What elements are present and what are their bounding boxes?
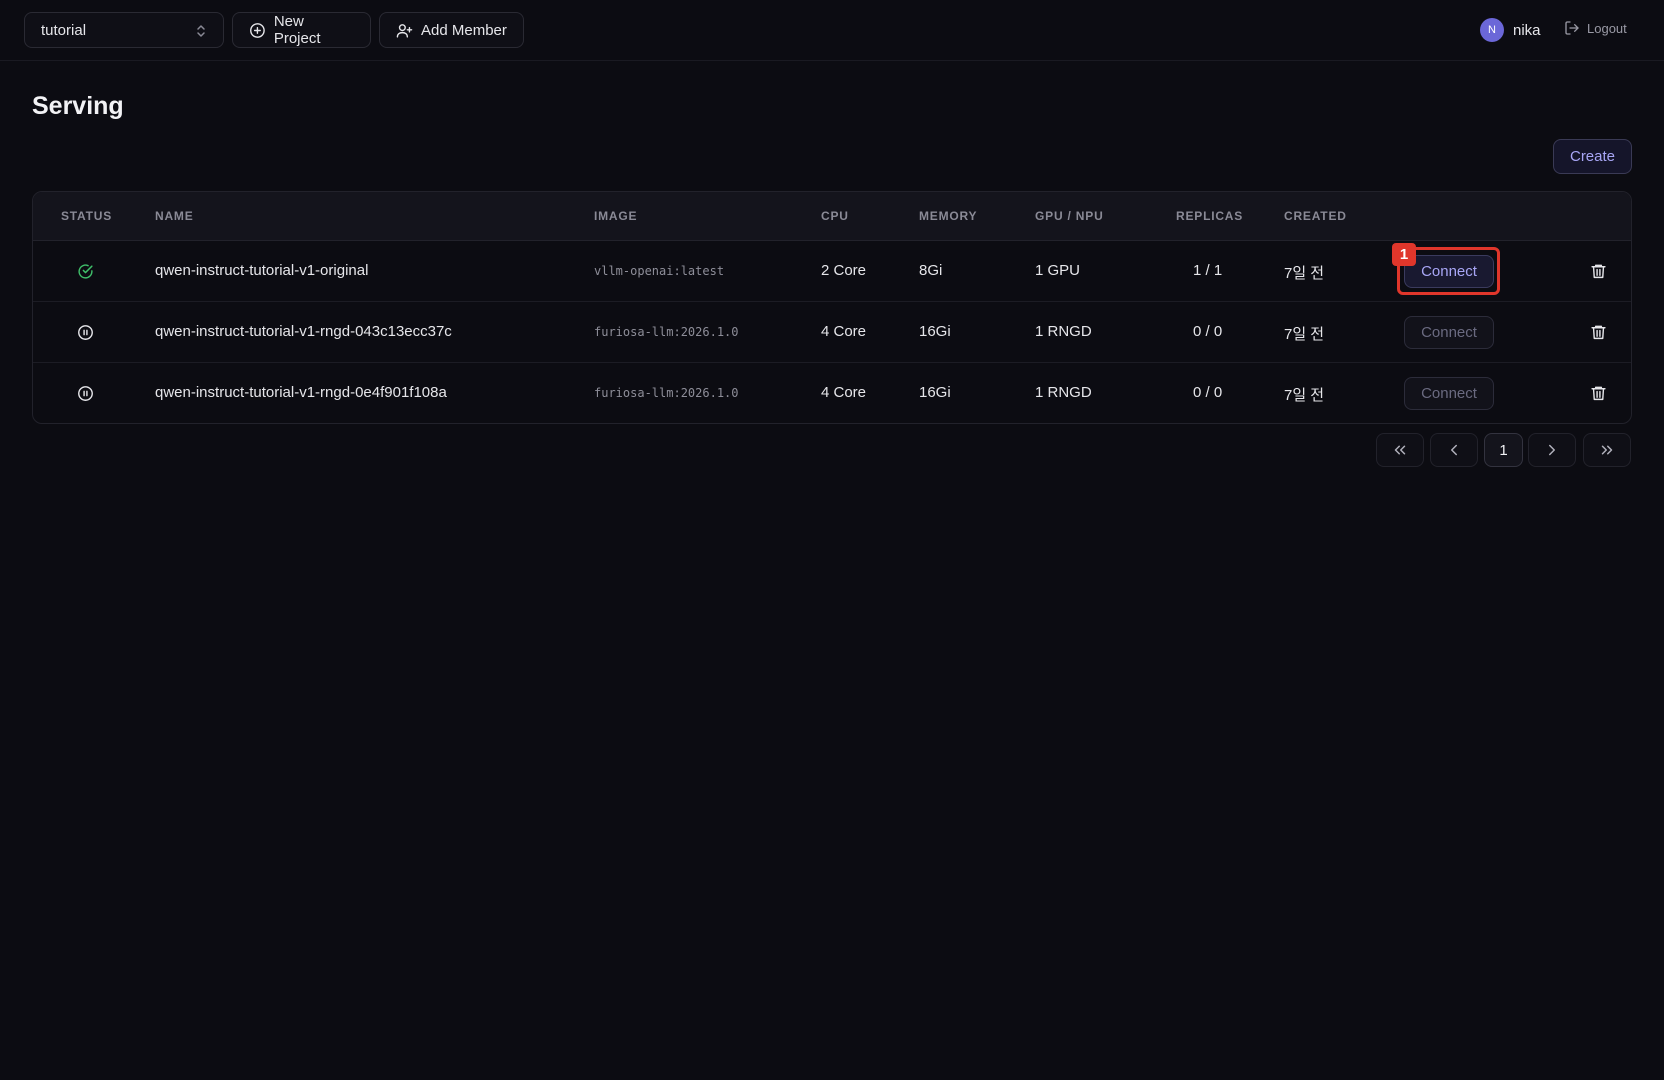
logout-button[interactable]: Logout: [1564, 20, 1627, 36]
page-title: Serving: [32, 92, 124, 120]
row-image: vllm-openai:latest: [594, 264, 725, 278]
row-memory: 16Gi: [919, 323, 951, 340]
table-header: STATUS NAME IMAGE CPU MEMORY GPU / NPU R…: [33, 192, 1631, 241]
new-project-label: New Project: [273, 13, 321, 47]
row-replicas: 0 / 0: [1193, 323, 1223, 340]
connect-button[interactable]: Connect: [1404, 316, 1494, 349]
create-button[interactable]: Create: [1553, 139, 1632, 174]
user-name: nika: [1513, 21, 1541, 39]
header-image: IMAGE: [594, 209, 638, 223]
project-select-value: tutorial: [41, 21, 87, 39]
chevrons-right-icon: [1601, 445, 1613, 455]
header-name: NAME: [155, 209, 194, 223]
new-project-button[interactable]: New Project: [232, 12, 371, 48]
chevron-left-icon: [1451, 444, 1457, 456]
row-cpu: 2 Core: [821, 262, 867, 279]
row-image: furiosa-llm:2026.1.0: [594, 325, 739, 339]
chevron-up-down-icon: [197, 25, 205, 37]
connect-button[interactable]: Connect: [1404, 255, 1494, 288]
avatar: N: [1480, 18, 1504, 42]
table-row: qwen-instruct-tutorial-v1-rngd-0e4f901f1…: [33, 363, 1631, 423]
logout-icon: [1565, 21, 1579, 35]
pause-circle-icon: [78, 325, 93, 340]
header-replicas: REPLICAS: [1176, 209, 1244, 223]
row-created: 7일 전: [1284, 387, 1325, 404]
pause-circle-icon: [78, 386, 93, 401]
add-member-button[interactable]: Add Member: [379, 12, 524, 48]
last-page-button[interactable]: [1583, 433, 1631, 467]
serving-table: STATUS NAME IMAGE CPU MEMORY GPU / NPU R…: [32, 191, 1632, 424]
row-gpu: 1 RNGD: [1035, 323, 1092, 340]
trash-icon[interactable]: [1590, 262, 1607, 280]
top-bar: tutorial New Project Add Member N nika L…: [0, 0, 1664, 61]
table-row: qwen-instruct-tutorial-v1-rngd-043c13ecc…: [33, 302, 1631, 363]
project-select[interactable]: tutorial: [24, 12, 224, 48]
prev-page-button[interactable]: [1430, 433, 1478, 467]
row-name: qwen-instruct-tutorial-v1-original: [155, 262, 369, 279]
header-cpu: CPU: [821, 209, 849, 223]
next-page-button[interactable]: [1528, 433, 1576, 467]
header-memory: MEMORY: [919, 209, 978, 223]
chevron-right-icon: [1549, 444, 1555, 456]
user-menu[interactable]: N nika: [1480, 18, 1541, 42]
annotation-marker: 1: [1392, 243, 1416, 266]
row-image: furiosa-llm:2026.1.0: [594, 386, 739, 400]
row-memory: 16Gi: [919, 384, 951, 401]
user-plus-icon: [396, 23, 413, 38]
row-replicas: 1 / 1: [1193, 262, 1223, 279]
row-gpu: 1 RNGD: [1035, 384, 1092, 401]
header-gpu-npu: GPU / NPU: [1035, 209, 1104, 223]
chevrons-left-icon: [1394, 445, 1406, 455]
trash-icon[interactable]: [1590, 323, 1607, 341]
page-number-button[interactable]: 1: [1484, 433, 1523, 467]
row-replicas: 0 / 0: [1193, 384, 1223, 401]
connect-button[interactable]: Connect: [1404, 377, 1494, 410]
row-cpu: 4 Core: [821, 384, 867, 401]
add-member-label: Add Member: [421, 21, 507, 39]
row-name: qwen-instruct-tutorial-v1-rngd-0e4f901f1…: [155, 384, 447, 401]
header-status: STATUS: [61, 209, 113, 223]
row-created: 7일 전: [1284, 265, 1325, 282]
row-gpu: 1 GPU: [1035, 262, 1081, 279]
first-page-button[interactable]: [1376, 433, 1424, 467]
row-created: 7일 전: [1284, 326, 1325, 343]
check-circle-icon: [78, 264, 93, 279]
row-memory: 8Gi: [919, 262, 943, 279]
row-name: qwen-instruct-tutorial-v1-rngd-043c13ecc…: [155, 323, 452, 340]
row-cpu: 4 Core: [821, 323, 867, 340]
logout-label: Logout: [1587, 20, 1627, 36]
trash-icon[interactable]: [1590, 384, 1607, 402]
header-created: CREATED: [1284, 209, 1347, 223]
plus-circle-icon: [250, 22, 265, 38]
